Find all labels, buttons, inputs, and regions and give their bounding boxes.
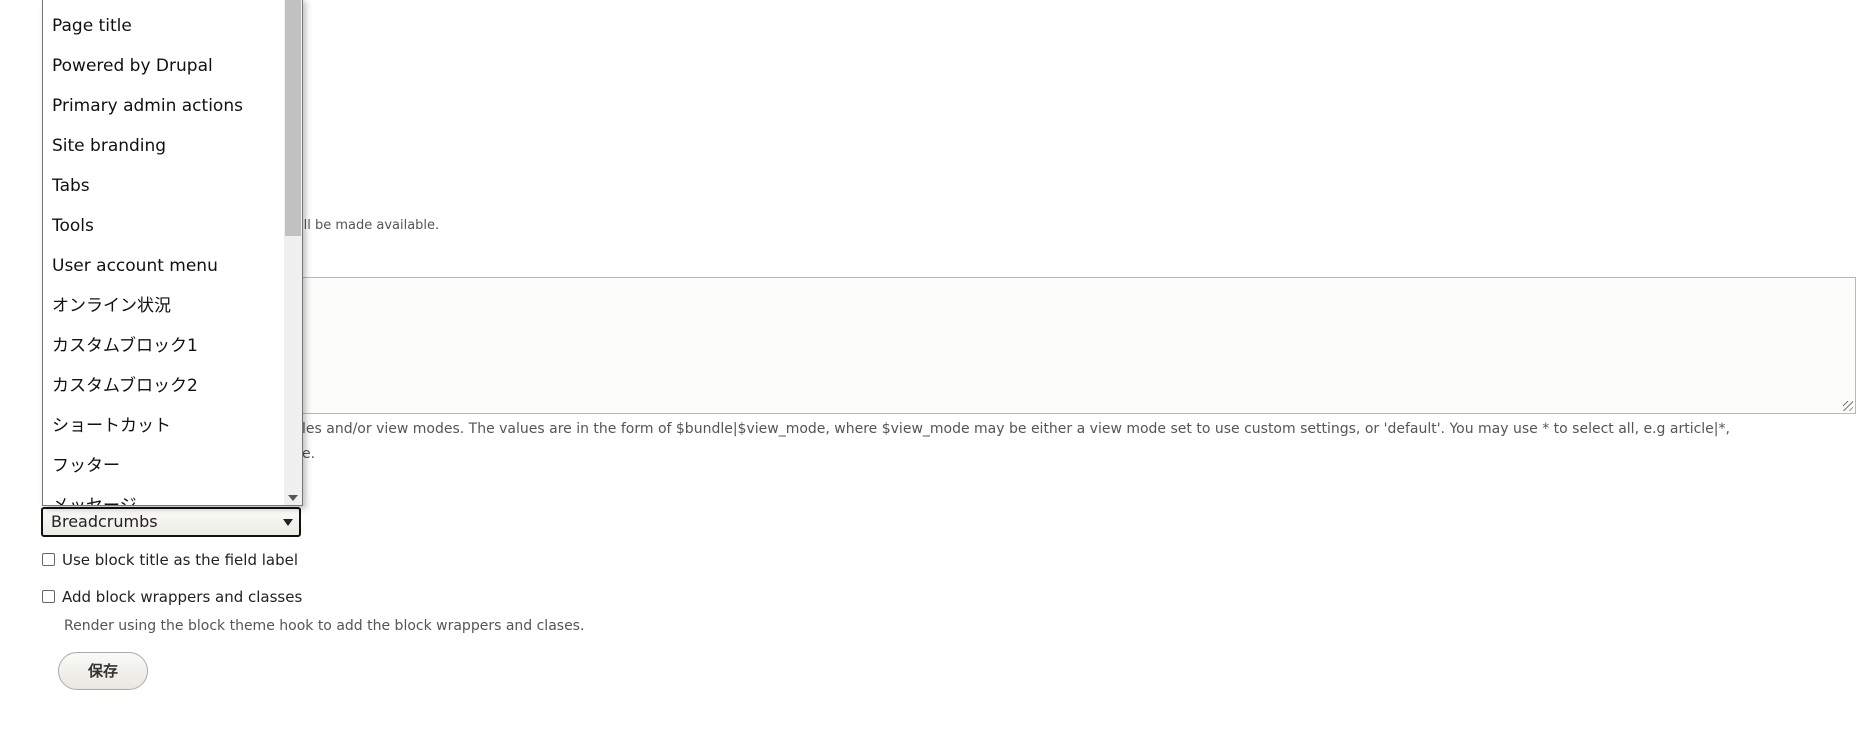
dropdown-option[interactable]: オンライン状況 bbox=[52, 296, 171, 316]
dropdown-option[interactable]: Page title bbox=[52, 16, 132, 36]
scrollbar-thumb[interactable] bbox=[285, 0, 301, 236]
dropdown-option[interactable]: メッセージ bbox=[52, 496, 137, 505]
add-block-wrappers-checkbox[interactable] bbox=[42, 590, 55, 603]
chevron-down-icon bbox=[283, 519, 293, 526]
dropdown-option[interactable]: Primary admin actions bbox=[52, 96, 243, 116]
add-block-wrappers-label[interactable]: Add block wrappers and classes bbox=[62, 588, 302, 606]
dropdown-option[interactable]: ショートカット bbox=[52, 416, 171, 436]
select-value: Breadcrumbs bbox=[51, 512, 158, 531]
dropdown-option[interactable]: Site branding bbox=[52, 136, 166, 156]
scroll-down-arrow-icon[interactable] bbox=[288, 495, 298, 501]
bundle-description-line2: e. bbox=[302, 446, 316, 462]
dropdown-option[interactable]: Powered by Drupal bbox=[52, 56, 213, 76]
dropdown-option[interactable]: カスタムブロック2 bbox=[52, 376, 198, 396]
block-select[interactable]: Breadcrumbs bbox=[41, 507, 301, 537]
dropdown-option[interactable]: フッター bbox=[52, 456, 120, 476]
bundle-description-line1: les and/or view modes. The values are in… bbox=[302, 421, 1730, 437]
use-block-title-checkbox[interactable] bbox=[42, 553, 55, 566]
bundles-textarea[interactable] bbox=[302, 277, 1856, 414]
dropdown-option[interactable]: カスタムブロック1 bbox=[52, 336, 198, 356]
resize-handle-icon[interactable] bbox=[1843, 401, 1853, 411]
add-block-wrappers-description: Render using the block theme hook to add… bbox=[64, 618, 585, 634]
dropdown-option[interactable]: Tools bbox=[52, 216, 94, 236]
dropdown-option[interactable]: User account menu bbox=[52, 256, 218, 276]
save-button[interactable]: 保存 bbox=[58, 652, 148, 690]
dropdown-option[interactable]: Tabs bbox=[52, 176, 90, 196]
block-select-dropdown-list[interactable]: Page title Powered by Drupal Primary adm… bbox=[42, 0, 303, 506]
use-block-title-label[interactable]: Use block title as the field label bbox=[62, 551, 298, 569]
field-description: ill be made available. bbox=[300, 218, 440, 233]
dropdown-scrollbar[interactable] bbox=[284, 0, 302, 505]
